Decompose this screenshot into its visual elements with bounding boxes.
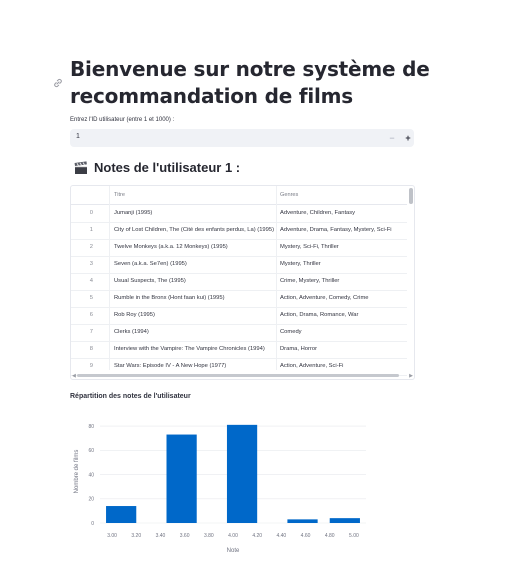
page-title: Bienvenue sur notre système de recommand… — [70, 57, 430, 108]
user-id-value[interactable]: 1 — [76, 133, 80, 140]
x-tick-label: 4.40 — [276, 533, 286, 539]
row-index: 1 — [89, 227, 93, 233]
row-index: 7 — [89, 329, 93, 335]
ratings-histogram[interactable]: 0 20 40 60 80 3.00 3.20 3.40 3.60 3.80 4.00 4.20 4.4… — [70, 410, 370, 558]
genres-cell[interactable]: Adventure, Drama, Fantasy, Mystery, Sci-… — [280, 227, 407, 233]
row-index: 8 — [89, 346, 93, 352]
row-index: 3 — [89, 261, 93, 267]
table-row[interactable]: 1 City of Lost Children, The (Cité des en… — [71, 222, 407, 240]
table-header: Titre Genres — [71, 186, 407, 205]
y-axis-label: Nombre de films — [74, 450, 80, 494]
y-tick-label: 0 — [91, 521, 94, 527]
row-index: 6 — [89, 312, 93, 318]
movie-title-cell[interactable]: Jumanji (1995) — [114, 210, 277, 216]
genres-cell[interactable]: Mystery, Sci-Fi, Thriller — [280, 244, 407, 250]
horizontal-scrollbar[interactable] — [77, 374, 399, 377]
x-tick-label: 3.20 — [131, 533, 141, 539]
user-id-number-input[interactable]: 1 − + — [70, 129, 414, 147]
table-row[interactable]: 0 Jumanji (1995) Adventure, Children, Fant… — [71, 205, 407, 223]
genres-cell[interactable]: Action, Adventure, Comedy, Crime — [280, 295, 407, 301]
x-tick-label: 4.80 — [325, 533, 335, 539]
genres-cell[interactable]: Adventure, Children, Fantasy — [280, 210, 407, 216]
histogram-bar — [329, 518, 360, 523]
y-tick-label: 20 — [88, 497, 94, 503]
movie-title-cell[interactable]: Usual Suspects, The (1995) — [114, 278, 277, 284]
genres-cell[interactable]: Action, Drama, Romance, War — [280, 312, 407, 318]
y-tick-label: 40 — [88, 472, 94, 478]
row-index: 2 — [89, 244, 93, 250]
clapperboard-icon — [74, 160, 87, 174]
vertical-scrollbar[interactable] — [409, 188, 413, 204]
link-icon[interactable] — [52, 77, 64, 89]
movie-title-cell[interactable]: Twelve Monkeys (a.k.a. 12 Monkeys) (1995… — [114, 244, 277, 250]
row-index: 4 — [89, 278, 93, 284]
table-row[interactable]: 8 Interview with the Vampire: The Vampire… — [71, 341, 407, 359]
column-header-title[interactable]: Titre — [114, 192, 125, 198]
ratings-heading-text: Notes de l'utilisateur 1 : — [94, 160, 241, 175]
x-tick-label: 5.00 — [349, 533, 359, 539]
decrement-button[interactable]: − — [386, 132, 398, 144]
table-row[interactable]: 6 Rob Roy (1995) Action, Drama, Romance, W… — [71, 307, 407, 325]
row-index: 5 — [89, 295, 93, 301]
y-tick-label: 80 — [88, 424, 94, 430]
table-row[interactable]: 4 Usual Suspects, The (1995) Crime, Myster… — [71, 273, 407, 291]
histogram-bar — [166, 434, 197, 523]
x-tick-label: 4.60 — [301, 533, 311, 539]
y-tick-label: 60 — [88, 448, 94, 454]
x-tick-label: 3.40 — [156, 533, 166, 539]
movie-title-cell[interactable]: Rumble in the Bronx (Hont faan kui) (199… — [114, 295, 277, 301]
ratings-table[interactable]: Titre Genres 0 Jumanji (1995) Adventure, C… — [70, 185, 415, 380]
x-tick-label: 3.80 — [204, 533, 214, 539]
movie-title-cell[interactable]: Seven (a.k.a. Se7en) (1995) — [114, 261, 277, 267]
movie-title-cell[interactable]: Star Wars: Episode IV - A New Hope (1977… — [114, 363, 277, 369]
movie-title-cell[interactable]: Interview with the Vampire: The Vampire … — [114, 346, 277, 352]
histogram-bar — [287, 519, 318, 523]
scroll-right-icon[interactable]: ▶ — [409, 373, 413, 379]
table-row[interactable]: 3 Seven (a.k.a. Se7en) (1995) Mystery, Thr… — [71, 256, 407, 274]
x-tick-label: 3.60 — [180, 533, 190, 539]
scroll-left-icon[interactable]: ◀ — [72, 373, 76, 379]
ratings-heading: Notes de l'utilisateur 1 : — [74, 160, 240, 175]
x-axis-label: Note — [227, 548, 240, 554]
genres-cell[interactable]: Crime, Mystery, Thriller — [280, 278, 407, 284]
table-row[interactable]: 7 Clerks (1994) Comedy — [71, 324, 407, 342]
movie-title-cell[interactable]: Clerks (1994) — [114, 329, 277, 335]
x-tick-label: 3.00 — [107, 533, 117, 539]
user-id-label: Entrez l'ID utilisateur (entre 1 et 1000… — [70, 117, 175, 123]
genres-cell[interactable]: Comedy — [280, 329, 407, 335]
chart-heading: Répartition des notes de l'utilisateur — [70, 393, 191, 400]
movie-title-cell[interactable]: City of Lost Children, The (Cité des enf… — [114, 227, 277, 233]
table-row[interactable]: 5 Rumble in the Bronx (Hont faan kui) (19… — [71, 290, 407, 308]
row-index: 9 — [89, 363, 93, 369]
genres-cell[interactable]: Action, Adventure, Sci-Fi — [280, 363, 407, 369]
x-tick-label: 4.20 — [252, 533, 262, 539]
movie-title-cell[interactable]: Rob Roy (1995) — [114, 312, 277, 318]
histogram-bar — [226, 424, 258, 523]
row-index: 0 — [89, 210, 93, 216]
table-row[interactable]: 2 Twelve Monkeys (a.k.a. 12 Monkeys) (199… — [71, 239, 407, 257]
histogram-bar — [106, 506, 137, 523]
genres-cell[interactable]: Mystery, Thriller — [280, 261, 407, 267]
genres-cell[interactable]: Drama, Horror — [280, 346, 407, 352]
x-tick-label: 4.00 — [228, 533, 238, 539]
increment-button[interactable]: + — [402, 132, 414, 144]
column-header-genres[interactable]: Genres — [280, 192, 298, 198]
